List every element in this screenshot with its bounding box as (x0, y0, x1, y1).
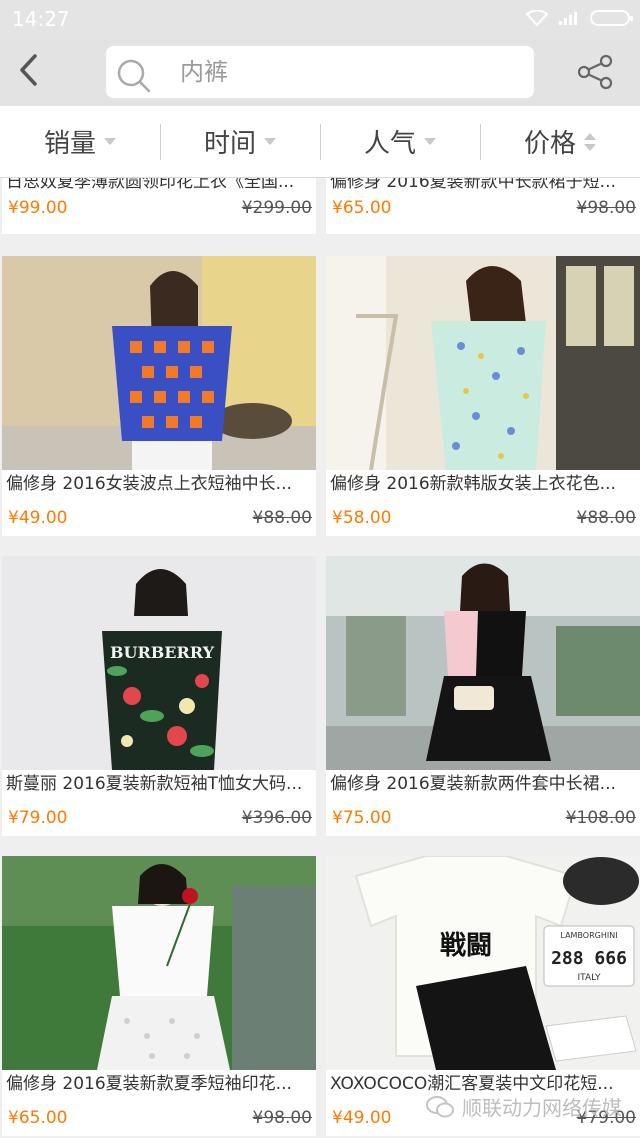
product-title: 偏修身 2016女装波点上衣短袖中长... (6, 474, 292, 494)
watermark: 顺联动力网络传媒 (426, 1092, 622, 1121)
wechat-icon (426, 1095, 454, 1118)
plate-bottom-text: ITALY (578, 973, 601, 983)
top-bar: 内裤 (0, 38, 640, 106)
search-input[interactable]: 内裤 (180, 56, 228, 88)
product-title: 偏修身 2016夏装新款中长款裙子短... (330, 178, 616, 192)
caret-down-icon (104, 138, 116, 145)
product-grid: 日思奴夏季薄款圆领印花上衣《全国... ¥99.00 ¥299.00 偏修身 2… (0, 178, 640, 1138)
product-original-price: ¥98.00 (576, 198, 636, 218)
search-box[interactable]: 内裤 (106, 46, 534, 98)
product-card[interactable]: 偏修身 2016夏装新款中长款裙子短... ¥65.00 ¥98.00 (326, 178, 640, 234)
plate-number-text: 288 666 (551, 948, 627, 969)
chevron-left-icon (17, 53, 41, 91)
shirt-print-text: BURBERRY (110, 643, 215, 662)
sort-tab-label: 时间 (203, 129, 256, 159)
status-time: 14:27 (12, 7, 70, 31)
caret-down-icon (424, 138, 436, 145)
product-original-price: ¥396.00 (241, 808, 312, 828)
signal-icon (558, 10, 580, 26)
sort-tab-popularity[interactable]: 人气 (320, 106, 480, 177)
status-icons (526, 10, 633, 26)
product-price: ¥65.00 (8, 1108, 68, 1128)
product-title: 偏修身 2016新款韩版女装上衣花色... (330, 474, 616, 494)
product-title: 偏修身 2016夏装新款两件套中长裙... (330, 774, 616, 794)
product-image (2, 856, 316, 1070)
sort-tab-label: 销量 (43, 129, 96, 159)
product-title: 日思奴夏季薄款圆领印花上衣《全国... (6, 178, 295, 192)
product-original-price: ¥299.00 (241, 198, 312, 218)
sort-tab-price[interactable]: 价格 (480, 106, 640, 177)
product-price: ¥58.00 (332, 508, 392, 528)
product-image: 戦闘 LAMBORGHINI 288 666 ITALY (326, 856, 640, 1070)
product-image (326, 256, 640, 470)
sort-bar: 销量 时间 人气 价格 (0, 106, 640, 178)
product-card[interactable]: 偏修身 2016夏装新款两件套中长裙... ¥75.00 ¥108.00 (326, 556, 640, 836)
product-title: 偏修身 2016夏装新款夏季短袖印花... (6, 1074, 292, 1094)
product-price: ¥49.00 (8, 508, 68, 528)
caret-down-icon (264, 138, 276, 145)
product-original-price: ¥98.00 (252, 1108, 312, 1128)
product-original-price: ¥88.00 (576, 508, 636, 528)
wifi-icon (526, 10, 548, 26)
sort-tab-label: 价格 (523, 129, 576, 159)
product-title: 斯蔓丽 2016夏装新款短袖T恤女大码... (6, 774, 303, 794)
status-bar: 14:27 (0, 0, 640, 38)
product-card[interactable]: 偏修身 2016夏装新款夏季短袖印花... ¥65.00 ¥98.00 (2, 856, 316, 1136)
product-price: ¥79.00 (8, 808, 68, 828)
product-image (326, 556, 640, 770)
sort-tab-time[interactable]: 时间 (160, 106, 320, 177)
watermark-text: 顺联动力网络传媒 (462, 1096, 622, 1120)
plate-top-text: LAMBORGHINI (560, 931, 617, 940)
product-price: ¥75.00 (332, 808, 392, 828)
product-original-price: ¥108.00 (565, 808, 636, 828)
search-icon (114, 56, 154, 96)
product-original-price: ¥88.00 (252, 508, 312, 528)
product-card[interactable]: BURBERRY 斯蔓丽 2016夏装新款短袖T恤女大码... ¥79.00 ¥… (2, 556, 316, 836)
product-price: ¥65.00 (332, 198, 392, 218)
product-card[interactable]: 日思奴夏季薄款圆领印花上衣《全国... ¥99.00 ¥299.00 (2, 178, 316, 234)
product-price: ¥99.00 (8, 198, 68, 218)
product-price: ¥49.00 (332, 1108, 392, 1128)
product-image: BURBERRY (2, 556, 316, 770)
sort-tab-sales[interactable]: 销量 (0, 106, 160, 177)
share-button[interactable] (576, 52, 616, 92)
product-image (2, 256, 316, 470)
sort-arrows-icon (584, 132, 596, 151)
back-button[interactable] (12, 52, 46, 92)
sort-tab-label: 人气 (363, 129, 416, 159)
share-icon (576, 54, 616, 96)
tshirt-print-text: 戦闘 (440, 931, 492, 961)
product-card[interactable]: 偏修身 2016女装波点上衣短袖中长... ¥49.00 ¥88.00 (2, 256, 316, 536)
battery-icon (590, 10, 633, 26)
product-card[interactable]: 偏修身 2016新款韩版女装上衣花色... ¥58.00 ¥88.00 (326, 256, 640, 536)
